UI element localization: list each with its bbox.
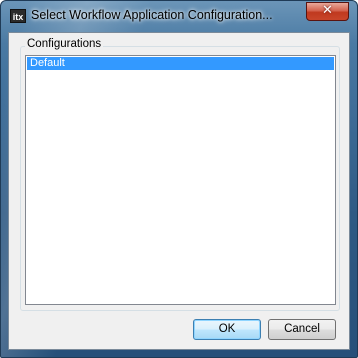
configurations-listbox[interactable]: Default xyxy=(25,55,336,305)
ok-button[interactable]: OK xyxy=(193,319,261,340)
title-bar[interactable]: itx Select Workflow Application Configur… xyxy=(1,1,357,33)
close-icon: ✕ xyxy=(322,3,333,18)
close-button[interactable]: ✕ xyxy=(306,2,349,21)
app-icon: itx xyxy=(10,9,26,23)
configurations-group-label: Configurations xyxy=(25,38,104,50)
cancel-button[interactable]: Cancel xyxy=(268,319,336,340)
list-item[interactable]: Default xyxy=(27,57,334,70)
window-title: Select Workflow Application Configuratio… xyxy=(31,8,273,22)
dialog-client-area: Configurations Default OK Cancel xyxy=(8,32,350,350)
dialog-window: itx Select Workflow Application Configur… xyxy=(0,0,358,358)
